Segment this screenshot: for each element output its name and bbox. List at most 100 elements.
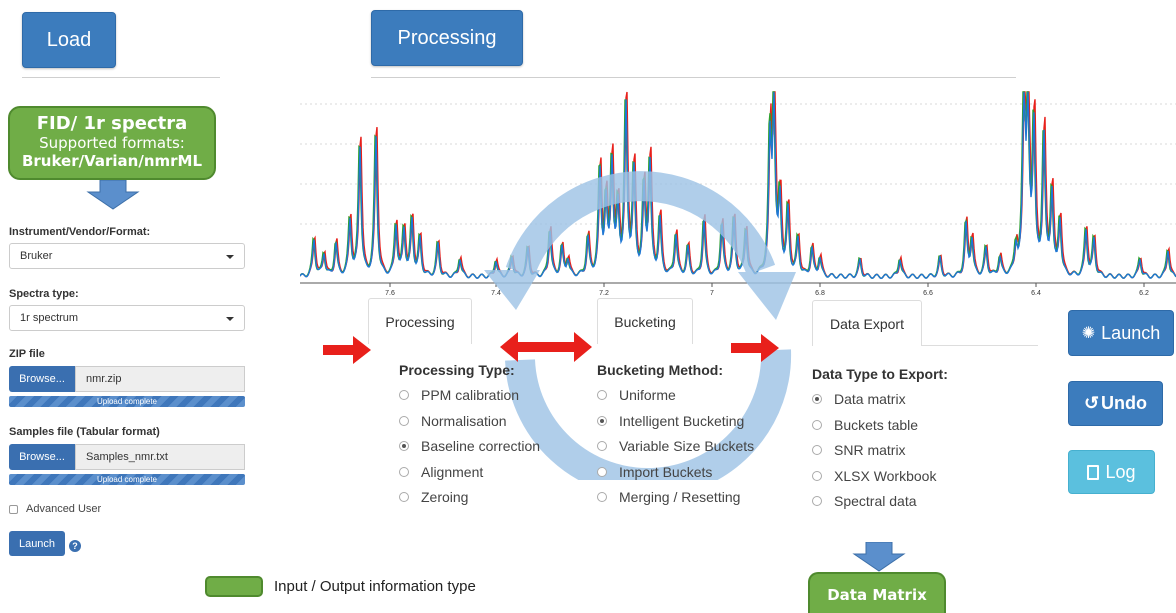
instrument-select[interactable]: Bruker: [9, 243, 245, 269]
axis-tick-label: 7.6: [385, 290, 395, 296]
processing-option[interactable]: PPM calibration: [399, 387, 519, 403]
bucketing-option[interactable]: Intelligent Bucketing: [597, 413, 744, 429]
spinner-icon: ✺: [1081, 325, 1096, 342]
option-label: Variable Size Buckets: [619, 438, 755, 454]
option-label: Import Buckets: [619, 463, 713, 480]
document-icon: [1087, 464, 1100, 480]
radio-button[interactable]: [812, 394, 822, 404]
input-title: FID/ 1r spectra: [36, 113, 188, 134]
input-subtitle: Supported formats:: [39, 134, 185, 152]
radio-button[interactable]: [597, 466, 607, 477]
cycle-arrow-icon: [484, 171, 796, 480]
advanced-user-checkbox[interactable]: [9, 504, 18, 514]
samples-file-input: Browse... Samples_nmr.txt: [9, 444, 245, 470]
bucketing-option[interactable]: Variable Size Buckets: [597, 438, 754, 454]
zip-browse-button[interactable]: Browse...: [9, 366, 75, 392]
processing-header-button[interactable]: Processing: [371, 10, 523, 66]
option-label: Normalisation: [421, 412, 507, 429]
export-option[interactable]: Buckets table: [812, 417, 918, 433]
option-label: PPM calibration: [421, 387, 520, 403]
spectra-type-select[interactable]: 1r spectrum: [9, 305, 245, 331]
advanced-user-label: Advanced User: [26, 503, 102, 515]
processing-option[interactable]: Alignment: [399, 464, 483, 480]
legend-label: Input / Output information type: [274, 578, 476, 595]
option-label: SNR matrix: [834, 442, 906, 458]
zip-file-input: Browse... nmr.zip: [9, 366, 245, 392]
tab-data-export[interactable]: Data Export: [812, 300, 922, 346]
option-label: Baseline correction: [421, 438, 541, 454]
bucketing-method-title: Bucketing Method:: [597, 362, 723, 378]
undo-icon: ↺: [1083, 393, 1100, 413]
radio-button[interactable]: [597, 415, 607, 426]
red-arrow-icon: [323, 336, 371, 364]
help-icon[interactable]: ?: [69, 540, 81, 552]
samples-label: Samples file (Tabular format): [9, 426, 160, 438]
tab-processing[interactable]: Processing: [368, 298, 472, 344]
caret-down-icon: [226, 317, 234, 321]
instrument-label: Instrument/Vendor/Format:: [9, 226, 151, 238]
radio-button[interactable]: [597, 390, 607, 400]
load-button[interactable]: Load: [22, 12, 116, 68]
load-divider: [22, 77, 220, 78]
radio-button[interactable]: [399, 390, 409, 400]
input-format-box: FID/ 1r spectra Supported formats: Bruke…: [8, 106, 216, 180]
axis-tick-label: 6.4: [1031, 290, 1041, 296]
zip-filename: nmr.zip: [75, 366, 245, 392]
radio-button[interactable]: [812, 496, 822, 506]
radio-button[interactable]: [399, 466, 409, 477]
spectra-type-label: Spectra type:: [9, 288, 79, 300]
axis-tick-label: 6.8: [815, 290, 825, 296]
samples-filename: Samples_nmr.txt: [75, 444, 245, 470]
undo-button[interactable]: ↺ Undo: [1068, 381, 1163, 426]
red-arrow-icon: [500, 332, 592, 362]
bucketing-option[interactable]: Uniforme: [597, 387, 676, 403]
axis-tick-label: 6.6: [923, 290, 933, 296]
advanced-user-checkbox-row[interactable]: Advanced User: [9, 503, 101, 515]
bucketing-option[interactable]: Import Buckets: [597, 464, 712, 480]
export-option[interactable]: XLSX Workbook: [812, 468, 936, 484]
log-button[interactable]: Log: [1068, 450, 1155, 494]
option-label: XLSX Workbook: [834, 467, 937, 484]
option-label: Uniforme: [619, 387, 676, 403]
radio-button[interactable]: [399, 492, 409, 502]
processing-divider: [371, 77, 1016, 78]
samples-browse-button[interactable]: Browse...: [9, 444, 75, 470]
option-label: Zeroing: [421, 489, 469, 505]
radio-button[interactable]: [399, 441, 409, 451]
option-label: Intelligent Bucketing: [619, 412, 745, 429]
export-option[interactable]: SNR matrix: [812, 442, 906, 458]
axis-tick-label: 6.2: [1139, 290, 1149, 296]
radio-button[interactable]: [812, 419, 822, 430]
instrument-value: Bruker: [20, 250, 53, 262]
caret-down-icon: [226, 255, 234, 259]
radio-button[interactable]: [812, 470, 822, 481]
export-option[interactable]: Data matrix: [812, 391, 906, 407]
down-arrow-icon: [852, 542, 906, 572]
legend-swatch: [205, 576, 263, 597]
option-label: Alignment: [421, 463, 484, 480]
radio-button[interactable]: [399, 415, 409, 426]
export-type-title: Data Type to Export:: [812, 366, 948, 382]
processing-option[interactable]: Normalisation: [399, 413, 507, 429]
log-label: Log: [1105, 461, 1136, 482]
zip-label: ZIP file: [9, 348, 45, 360]
launch-button[interactable]: ✺ Launch: [1068, 310, 1174, 356]
undo-label: Undo: [1101, 393, 1148, 413]
radio-button[interactable]: [597, 441, 607, 451]
option-label: Merging / Resetting: [619, 489, 741, 505]
samples-progress-bar: Upload complete: [9, 474, 245, 485]
zip-progress-bar: Upload complete: [9, 396, 245, 407]
option-label: Data matrix: [834, 391, 906, 407]
launch-small-button[interactable]: Launch: [9, 531, 65, 556]
tab-baseline: [922, 345, 1038, 346]
radio-button[interactable]: [812, 445, 822, 455]
bucketing-option[interactable]: Merging / Resetting: [597, 489, 740, 505]
red-arrow-icon: [731, 334, 779, 362]
processing-option[interactable]: Zeroing: [399, 489, 468, 505]
input-formats: Bruker/Varian/nmrML: [21, 152, 203, 170]
export-option[interactable]: Spectral data: [812, 493, 917, 509]
radio-button[interactable]: [597, 492, 607, 502]
data-matrix-output-box: Data Matrix: [808, 572, 946, 613]
spectra-type-value: 1r spectrum: [20, 312, 79, 324]
processing-option[interactable]: Baseline correction: [399, 438, 540, 454]
